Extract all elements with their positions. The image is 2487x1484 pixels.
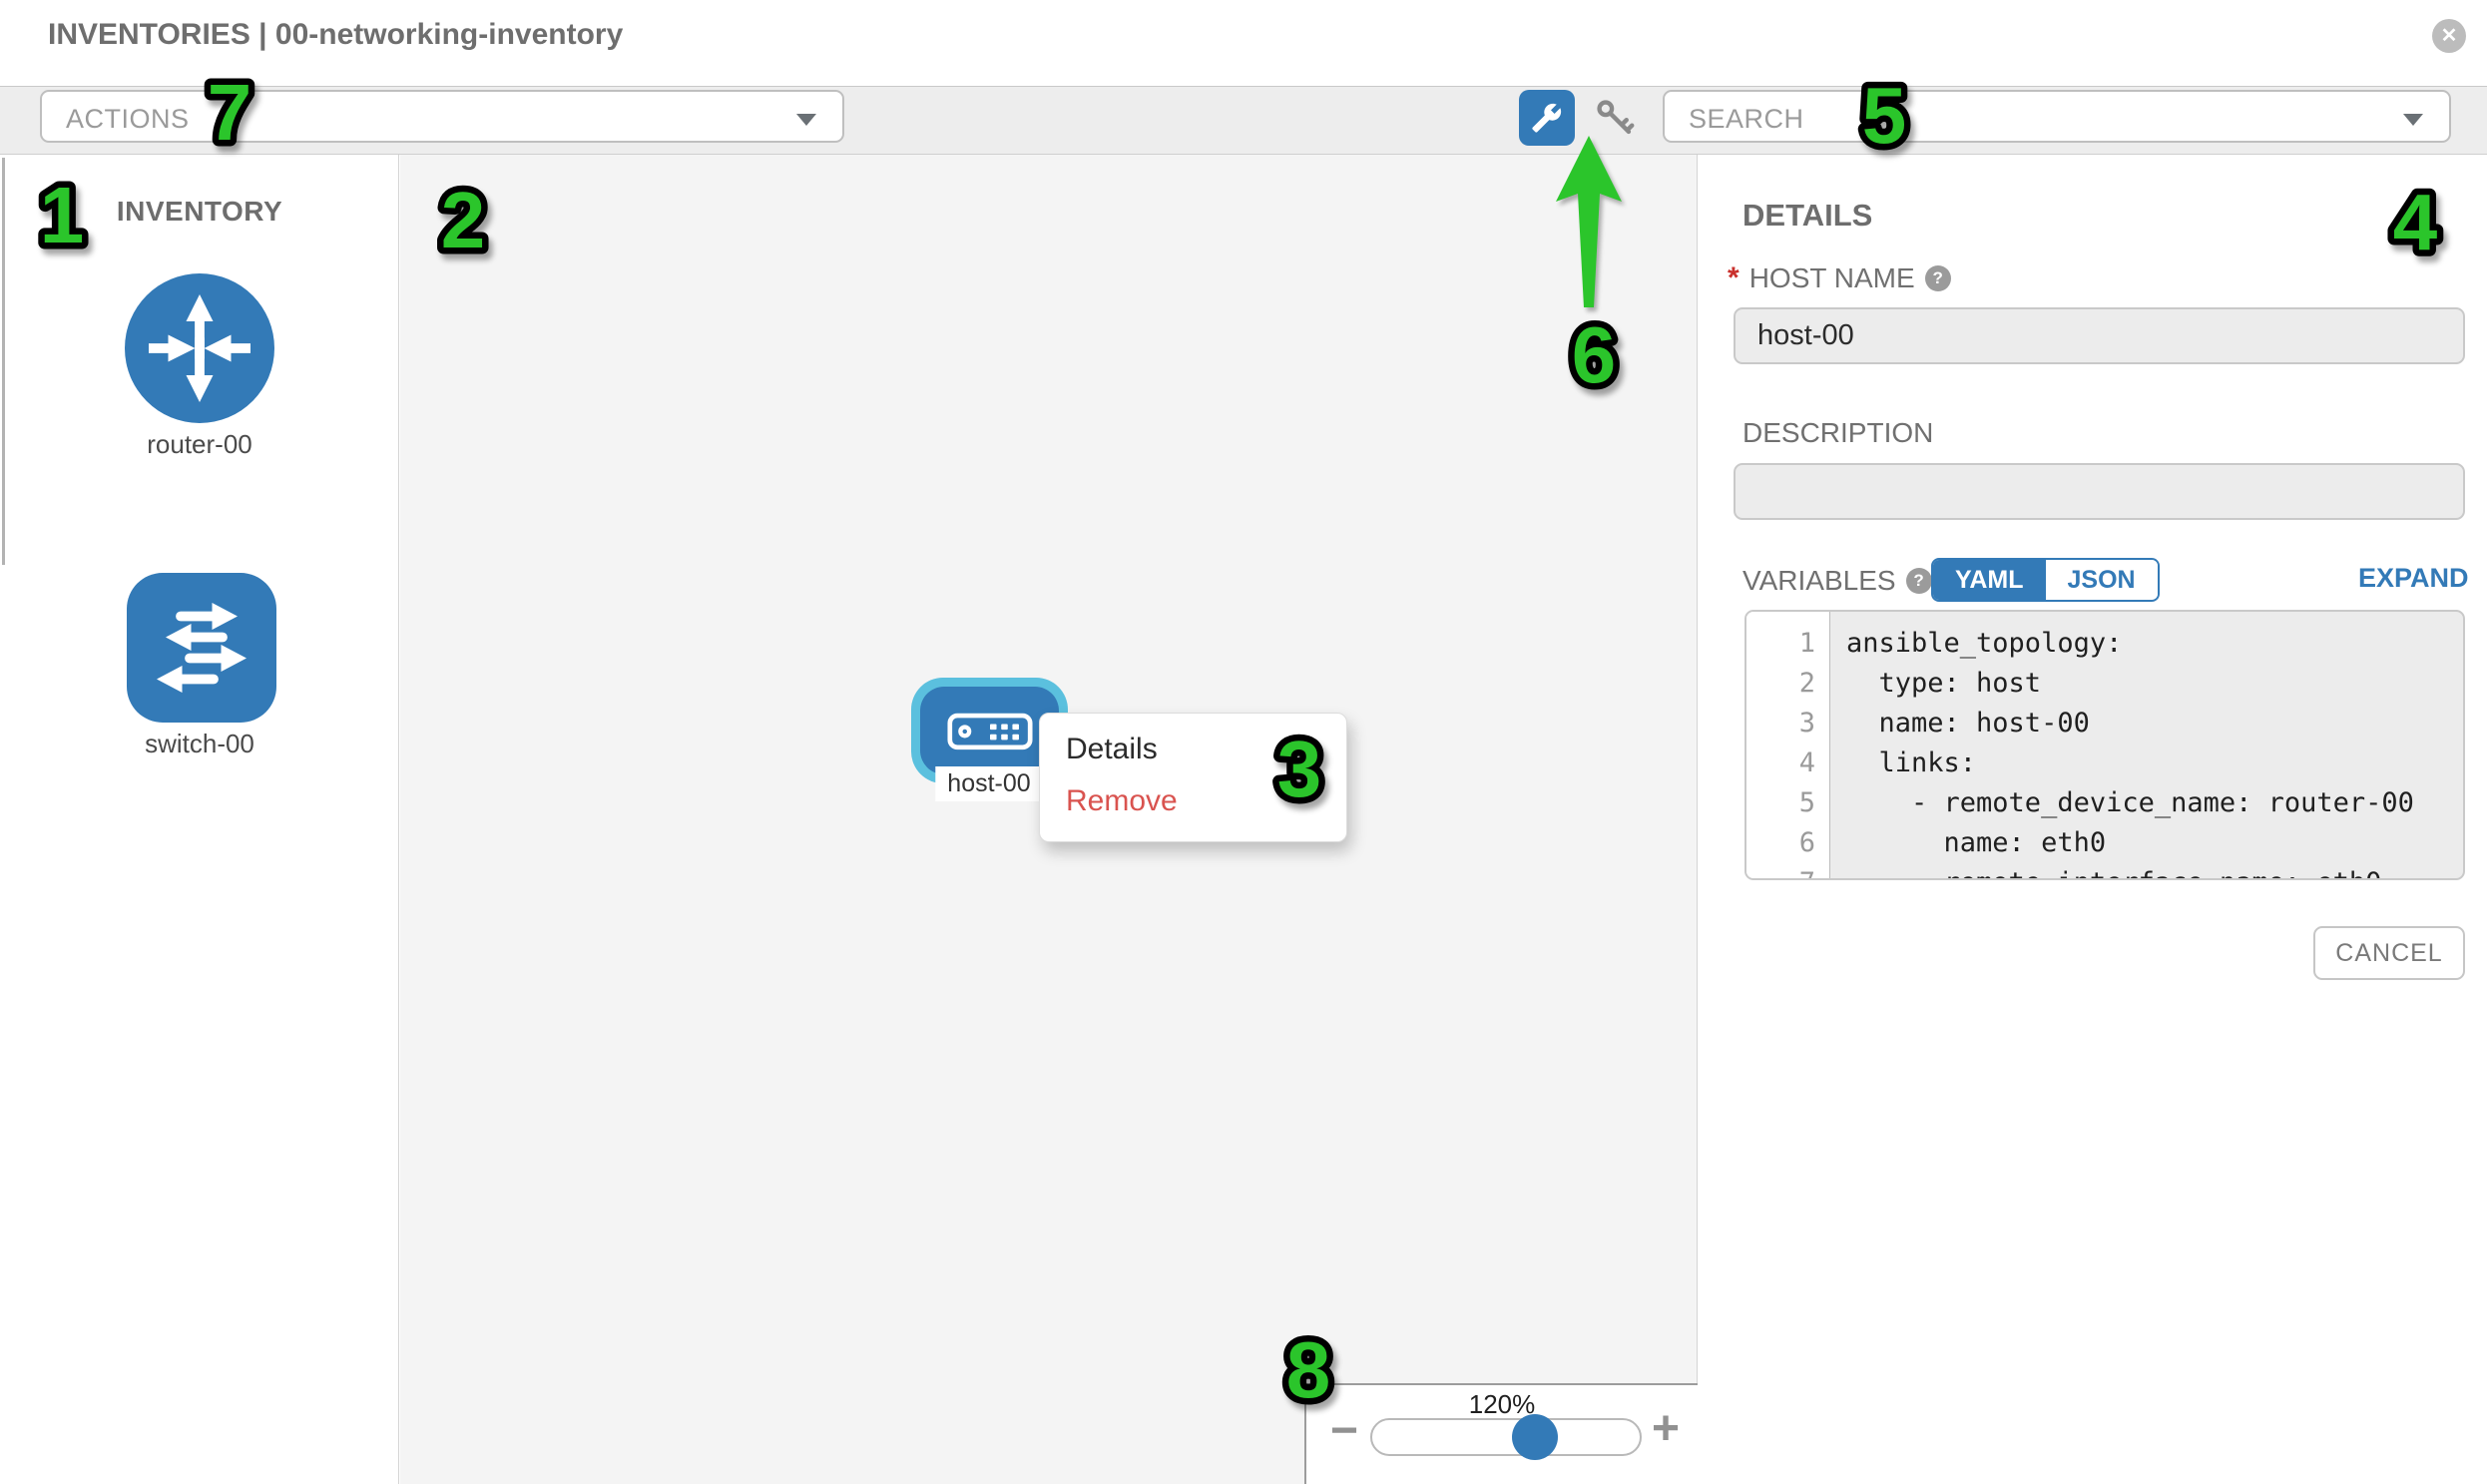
- host-name-input[interactable]: host-00: [1734, 307, 2465, 364]
- help-icon[interactable]: ?: [1906, 568, 1932, 594]
- actions-dropdown-label: ACTIONS: [66, 104, 190, 135]
- variables-editor[interactable]: 1 2 3 4 5 6 7 ansible_topology: type: ho…: [1744, 610, 2465, 880]
- description-input[interactable]: [1734, 463, 2465, 520]
- router-icon: [125, 273, 274, 423]
- help-icon[interactable]: ?: [1925, 265, 1951, 291]
- code-line: - remote_device_name: router-00: [1846, 783, 2414, 823]
- code-line: name: host-00: [1846, 704, 2414, 743]
- line-number: 7: [1746, 863, 1829, 880]
- device-label: switch-00: [0, 729, 399, 759]
- line-number: 2: [1746, 664, 1829, 704]
- variables-label: VARIABLES: [1742, 565, 1896, 597]
- line-number: 5: [1746, 783, 1829, 823]
- code-line: name: eth0: [1846, 823, 2414, 863]
- switch-icon: [127, 573, 276, 723]
- menu-item-remove[interactable]: Remove: [1066, 785, 1346, 817]
- code-line: ansible_topology:: [1846, 624, 2414, 664]
- toolkit-button[interactable]: [1519, 90, 1575, 146]
- host-name-label-row: * HOST NAME ?: [1728, 261, 1951, 295]
- expand-link[interactable]: EXPAND: [2358, 563, 2469, 594]
- host-node-label: host-00: [935, 766, 1042, 801]
- zoom-slider[interactable]: [1370, 1418, 1642, 1456]
- editor-code: ansible_topology: type: host name: host-…: [1830, 612, 2414, 878]
- device-router[interactable]: [125, 273, 274, 423]
- line-number: 3: [1746, 704, 1829, 743]
- zoom-level-value: 120%: [1306, 1389, 1698, 1420]
- line-number: 4: [1746, 743, 1829, 783]
- menu-item-details[interactable]: Details: [1066, 734, 1346, 765]
- device-label: router-00: [0, 429, 399, 460]
- code-line: type: host: [1846, 664, 2414, 704]
- chevron-down-icon: [2403, 114, 2423, 126]
- actions-dropdown[interactable]: ACTIONS: [40, 90, 844, 143]
- wrench-icon: [1531, 102, 1563, 134]
- device-switch[interactable]: [127, 573, 276, 723]
- chevron-down-icon: [796, 114, 816, 126]
- host-name-label: HOST NAME: [1749, 262, 1915, 294]
- code-line: links:: [1846, 743, 2414, 783]
- toggle-json[interactable]: JSON: [2046, 560, 2158, 600]
- line-number: 6: [1746, 823, 1829, 863]
- line-number: 1: [1746, 624, 1829, 664]
- variables-label-row: VARIABLES ?: [1742, 565, 1932, 597]
- close-icon[interactable]: ✕: [2432, 19, 2466, 53]
- details-heading: DETAILS: [1742, 198, 1872, 234]
- app-window: INVENTORIES | 00-networking-inventory ✕ …: [0, 0, 2487, 1484]
- editor-gutter: 1 2 3 4 5 6 7: [1746, 612, 1830, 878]
- zoom-out-button[interactable]: −: [1330, 1411, 1358, 1451]
- key-button[interactable]: [1591, 94, 1639, 142]
- inventory-heading: INVENTORY: [0, 196, 399, 228]
- code-line: remote_interface_name: eth0: [1846, 863, 2414, 880]
- context-menu: Details Remove: [1039, 713, 1347, 842]
- toggle-yaml[interactable]: YAML: [1933, 560, 2046, 600]
- search-dropdown[interactable]: SEARCH: [1663, 90, 2451, 143]
- zoom-control-panel: 120% − +: [1304, 1383, 1698, 1484]
- host-icon: [947, 708, 1033, 753]
- cancel-button[interactable]: CANCEL: [2313, 926, 2465, 980]
- page-title: INVENTORIES | 00-networking-inventory: [48, 18, 623, 52]
- zoom-in-button[interactable]: +: [1652, 1409, 1680, 1449]
- key-icon: [1593, 96, 1637, 140]
- required-marker: *: [1728, 261, 1740, 295]
- zoom-slider-thumb[interactable]: [1512, 1414, 1558, 1460]
- description-label: DESCRIPTION: [1742, 417, 1933, 449]
- search-dropdown-label: SEARCH: [1689, 104, 1804, 135]
- format-toggle: YAML JSON: [1931, 558, 2160, 602]
